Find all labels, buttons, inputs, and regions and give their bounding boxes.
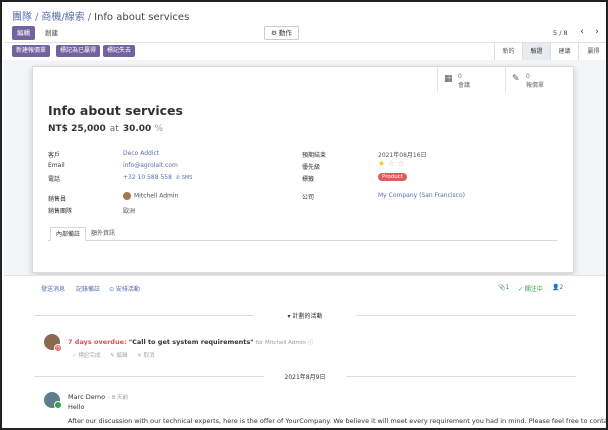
message-greeting: Hello	[68, 403, 85, 411]
star-icon[interactable]: ☆	[388, 159, 395, 168]
clock-icon: ◷	[54, 344, 62, 352]
form-sheet: ▦ 0 會議 ✎ 0 報價單 Info about services NT$ 2…	[32, 66, 574, 273]
following-button[interactable]: ✓ 關注中	[518, 284, 543, 293]
stage-qualified[interactable]: 驗證	[522, 43, 550, 60]
info-icon[interactable]: ⓘ	[308, 340, 314, 346]
breadcrumb-separator: /	[87, 12, 92, 23]
status-bar: 新建報價單 標記為已贏得 標記失去 新的 驗證 建議 贏得	[4, 42, 606, 60]
mark-won-button[interactable]: 標記為已贏得	[56, 45, 101, 57]
date-divider-label: 2021年8月9日	[34, 372, 576, 381]
breadcrumb-current: Info about services	[94, 12, 190, 23]
message-body: After our discussion with our technical …	[68, 417, 608, 425]
schedule-activity-button[interactable]: ⊙ 安排活動	[109, 284, 140, 293]
salesperson-value: Mitchell Admin	[134, 192, 179, 200]
star-icon[interactable]: ☆	[397, 159, 404, 168]
revenue-amount: NT$ 25,000	[48, 124, 106, 134]
form-content: ▦ 0 會議 ✎ 0 報價單 Info about services NT$ 2…	[4, 60, 608, 428]
breadcrumb: 團隊 / 商機/線索 / Info about services	[12, 8, 189, 23]
notebook-tabs: 內部備註 額外資訊	[48, 227, 558, 241]
activity-line: 7 days overdue: "Call to get system requ…	[68, 338, 313, 346]
sales-team-field[interactable]: 歐洲	[123, 206, 135, 215]
author-name[interactable]: Marc Demo	[68, 393, 105, 401]
star-icon[interactable]: ★	[378, 159, 385, 168]
deadline-field[interactable]: 2021年08月16日	[378, 150, 427, 159]
breadcrumb-separator: /	[35, 12, 39, 23]
stage-proposition[interactable]: 建議	[550, 43, 578, 60]
salesperson-label: 銷售員	[48, 196, 67, 203]
calendar-icon: ▦	[444, 74, 453, 84]
quotations-label: 報價單	[526, 82, 545, 89]
log-note-button[interactable]: 記錄備註	[76, 284, 100, 293]
mark-done-button[interactable]: ✓ 標記完成	[72, 353, 100, 359]
activity-actions: ✓ 標記完成 ✎ 編輯 ✕ 取消	[72, 351, 163, 359]
attachments-button[interactable]: 📎1	[498, 284, 509, 291]
meetings-label: 會議	[458, 82, 471, 89]
activity-overdue: 7 days overdue:	[68, 338, 127, 346]
activity-summary: "Call to get system requirements"	[128, 338, 254, 346]
priority-label: 優先級	[302, 164, 321, 171]
send-message-button[interactable]: 發送消息	[41, 284, 65, 293]
tags-label: 標籤	[302, 176, 315, 183]
pager-value[interactable]: 5 / 8	[553, 29, 568, 37]
stage-won[interactable]: 贏得	[578, 43, 606, 60]
expected-revenue[interactable]: NT$ 25,000 at 30.00 %	[48, 124, 163, 134]
date-divider: 2021年8月9日	[34, 372, 576, 381]
pager-next-button[interactable]: ›	[591, 26, 603, 40]
page-title[interactable]: Info about services	[48, 103, 183, 118]
planned-activities-toggle[interactable]: ▾ 計劃的活動	[34, 311, 576, 320]
chatter-topbar: 發送消息 記錄備註 ⊙ 安排活動 📎1 ✓ 關注中 👤2	[4, 275, 606, 297]
sales-team-label: 銷售團隊	[48, 208, 73, 215]
message-date: - 8 天前	[108, 395, 129, 401]
followers-button[interactable]: 👤2	[552, 284, 563, 291]
percent-sign: %	[154, 124, 164, 134]
mark-lost-button[interactable]: 標記失去	[103, 45, 136, 57]
phone-field[interactable]: +32 10 588 558 ✆ SMS	[123, 174, 192, 181]
meetings-smart-button[interactable]: ▦ 0 會議	[437, 67, 505, 93]
edit-icon: ✎	[512, 74, 520, 84]
breadcrumb-root[interactable]: 團隊	[12, 12, 32, 23]
tag-badge[interactable]: Product	[378, 173, 407, 181]
meetings-count: 0	[458, 73, 462, 80]
email-field[interactable]: info@agrolait.com	[123, 162, 178, 169]
planned-activities-label: ▾ 計劃的活動	[34, 311, 576, 320]
quotations-smart-button[interactable]: ✎ 0 報價單	[505, 67, 575, 93]
quotations-count: 0	[526, 73, 530, 80]
salesperson-field[interactable]: Mitchell Admin	[123, 192, 178, 200]
company-field[interactable]: My Company (San Francisco)	[378, 192, 465, 199]
sms-button[interactable]: ✆ SMS	[176, 175, 192, 181]
new-quotation-button[interactable]: 新建報價單	[12, 45, 51, 57]
phone-value: +32 10 588 558	[123, 174, 172, 181]
customer-field[interactable]: Deco Addict	[123, 150, 159, 157]
action-dropdown-button[interactable]: ⚙ 動作	[264, 26, 299, 40]
edit-activity-button[interactable]: ✎ 編輯	[110, 353, 127, 359]
phone-label: 電話	[48, 176, 61, 183]
revenue-at: at	[109, 124, 119, 134]
email-label: Email	[48, 162, 65, 169]
breadcrumb-middle[interactable]: 商機/線索	[41, 12, 84, 23]
create-button[interactable]: 創建	[40, 26, 63, 40]
tab-internal-notes[interactable]: 內部備註	[50, 227, 87, 241]
stage-new[interactable]: 新的	[494, 43, 522, 60]
tab-extra-info[interactable]: 額外資訊	[86, 227, 120, 241]
online-status-icon	[54, 401, 62, 409]
pager-prev-button[interactable]: ‹	[576, 26, 588, 40]
customer-label: 客戶	[48, 152, 61, 159]
company-label: 公司	[302, 194, 315, 201]
edit-button[interactable]: 編輯	[12, 26, 35, 40]
deadline-label: 預期結束	[302, 152, 327, 159]
chatter-thread: ▾ 計劃的活動	[4, 297, 606, 428]
message-author: Marc Demo - 8 天前	[68, 393, 128, 401]
priority-stars[interactable]: ★ ☆ ☆	[378, 159, 405, 168]
probability-value: 30.00	[122, 124, 152, 134]
app-frame: 團隊 / 商機/線索 / Info about services 編輯 創建 ⚙ 動作 …	[0, 0, 608, 430]
cancel-activity-button[interactable]: ✕ 取消	[137, 353, 154, 359]
avatar	[123, 192, 131, 200]
activity-assignee: for Mitchell Admin	[255, 340, 306, 346]
